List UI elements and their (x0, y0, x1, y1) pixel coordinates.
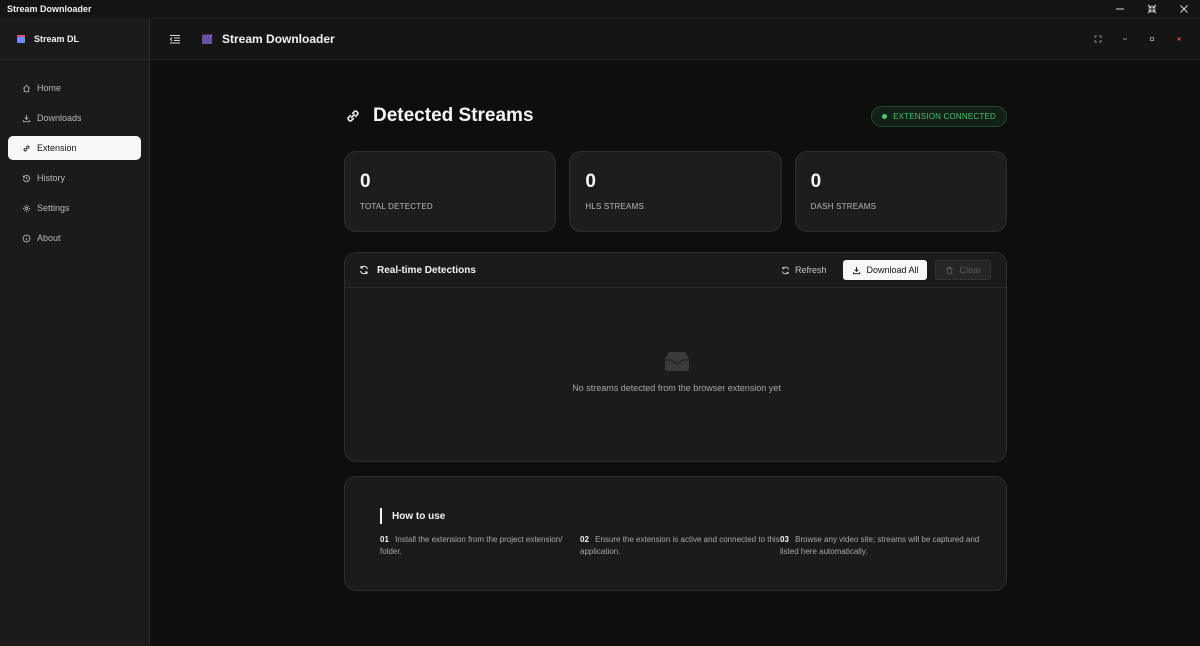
page-header: Detected Streams EXTENSION CONNECTED (344, 104, 1007, 128)
stats-row: 0 TOTAL DETECTED 0 HLS STREAMS 0 DASH ST… (344, 151, 1007, 232)
os-minimize-button[interactable] (1104, 0, 1136, 19)
sidebar-item-label: History (37, 173, 66, 183)
os-titlebar: Stream Downloader (0, 0, 1200, 19)
stat-value: 0 (585, 171, 596, 192)
status-dot (882, 113, 888, 119)
download-all-button[interactable]: Download All (843, 260, 928, 280)
os-restore-button[interactable] (1136, 0, 1168, 19)
minimize-icon (1116, 8, 1124, 10)
clear-button-label: Clear (959, 265, 981, 275)
fullscreen-icon (1094, 35, 1101, 43)
how-to-step: 03 Browse any video site; streams will b… (780, 534, 980, 558)
main-content: Detected Streams EXTENSION CONNECTED 0 T… (151, 60, 1200, 646)
minimize-icon (1122, 38, 1127, 40)
sidebar-item-label: About (37, 233, 61, 243)
fullscreen-button[interactable] (1084, 29, 1111, 49)
how-to-use-title: How to use (392, 510, 446, 522)
empty-state-text: No streams detected from the browser ext… (572, 383, 781, 393)
os-window-controls (1104, 0, 1200, 19)
step-number: 01 (380, 535, 389, 544)
sidebar-item-label: Settings (37, 203, 70, 213)
app-header: Stream Downloader (150, 19, 1200, 60)
app-title: Stream Downloader (222, 32, 335, 46)
status-badge: EXTENSION CONNECTED (871, 105, 1007, 127)
clear-button[interactable]: Clear (935, 260, 991, 280)
how-to-use-heading: How to use (380, 507, 445, 525)
sidebar-item-settings[interactable]: Settings (8, 196, 141, 220)
sidebar-item-home[interactable]: Home (8, 76, 141, 100)
how-to-use-panel: How to use 01 Install the extension from… (344, 476, 1007, 591)
heading-accent-bar (380, 508, 382, 524)
app-logo-icon (17, 35, 25, 43)
step-text: Ensure the extension is active and conne… (580, 535, 780, 556)
sync-icon (359, 265, 369, 275)
download-icon (22, 114, 31, 122)
gear-icon (22, 204, 31, 212)
stat-card-dash: 0 DASH STREAMS (794, 151, 1007, 232)
history-icon (22, 174, 31, 182)
sidebar-toggle-button[interactable] (169, 33, 181, 45)
step-text: Browse any video site; streams will be c… (780, 535, 980, 556)
refresh-button-label: Refresh (794, 265, 827, 275)
sidebar-item-history[interactable]: History (8, 166, 141, 190)
refresh-button[interactable]: Refresh (772, 260, 836, 280)
how-to-step: 01 Install the extension from the projec… (380, 534, 580, 558)
status-badge-label: EXTENSION CONNECTED (893, 111, 996, 121)
sidebar-item-extension[interactable]: Extension (8, 136, 141, 160)
home-icon (23, 84, 30, 92)
how-to-steps: 01 Install the extension from the projec… (380, 534, 980, 558)
sidebar-item-label: Downloads (37, 113, 82, 123)
sidebar-item-label: Home (37, 83, 62, 93)
sidebar-item-label: Extension (37, 143, 77, 153)
detections-panel: Real-time Detections Refresh Download Al… (344, 252, 1007, 462)
download-all-button-label: Download All (866, 265, 919, 275)
restore-arrows-icon (1147, 4, 1157, 14)
step-number: 02 (580, 535, 589, 544)
detections-title: Real-time Detections (377, 264, 476, 276)
stat-label: HLS STREAMS (585, 202, 644, 211)
step-number: 03 (780, 535, 789, 544)
stat-card-hls: 0 HLS STREAMS (569, 151, 782, 232)
app-maximize-button[interactable] (1138, 29, 1165, 49)
how-to-step: 02 Ensure the extension is active and co… (580, 534, 780, 558)
info-icon (22, 234, 31, 242)
close-icon (1180, 5, 1188, 13)
brand: Stream DL (0, 19, 149, 60)
sidebar-item-downloads[interactable]: Downloads (8, 106, 141, 130)
link-icon (23, 145, 30, 151)
sidebar: Stream DL Home Downloads Extension Histo… (0, 19, 150, 646)
app-window-controls (1084, 29, 1192, 49)
trash-icon (946, 266, 954, 274)
close-icon (1176, 37, 1181, 41)
stat-value: 0 (810, 171, 822, 192)
detections-actions: Refresh Download All Clear (764, 260, 991, 280)
refresh-icon (781, 266, 790, 274)
inbox-icon (664, 352, 689, 371)
os-close-button[interactable] (1168, 0, 1200, 19)
sidebar-item-about[interactable]: About (8, 226, 141, 250)
app-close-button[interactable] (1165, 29, 1192, 49)
clapperboard-icon (202, 34, 212, 44)
sidebar-nav: Home Downloads Extension History Setting… (0, 60, 149, 250)
step-text: Install the extension from the project e… (380, 535, 563, 556)
stat-label: TOTAL DETECTED (360, 202, 433, 211)
stat-label: DASH STREAMS (810, 202, 877, 211)
brand-name: Stream DL (34, 34, 80, 44)
stat-card-total: 0 TOTAL DETECTED (344, 151, 557, 232)
app-minimize-button[interactable] (1111, 29, 1138, 49)
menu-collapse-icon (169, 35, 180, 44)
page-title: Detected Streams (373, 105, 534, 126)
stat-value: 0 (360, 171, 371, 192)
os-window-title: Stream Downloader (7, 4, 92, 14)
empty-state: No streams detected from the browser ext… (345, 350, 1006, 396)
download-icon (853, 266, 861, 274)
link-icon (347, 110, 359, 122)
maximize-icon (1149, 37, 1154, 41)
detections-panel-header: Real-time Detections Refresh Download Al… (345, 253, 1006, 288)
